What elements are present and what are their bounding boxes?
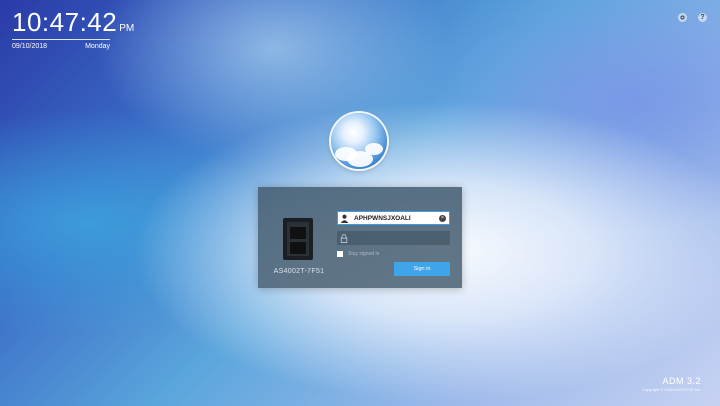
clock-weekday: Monday	[85, 43, 110, 50]
stay-signed-in-checkbox[interactable]	[337, 251, 343, 257]
sign-in-button[interactable]: Sign in	[394, 262, 450, 276]
adm-version: ADM 3.2	[662, 376, 701, 386]
help-icon[interactable]: ?	[698, 13, 707, 22]
lock-icon	[337, 233, 350, 244]
clear-input-icon[interactable]: ×	[439, 214, 446, 222]
username-field[interactable]: APHPWNSJXOALI ×	[337, 211, 450, 225]
username-value: APHPWNSJXOALI	[354, 214, 411, 222]
clock-widget: 10:47:42 PM 09/10/2018 Monday	[12, 8, 134, 50]
clock-time: 10:47:42	[12, 7, 118, 37]
password-field[interactable]	[337, 231, 450, 245]
nas-device-icon	[283, 218, 315, 260]
device-name: AS4002T-7F51	[273, 268, 325, 275]
clock-ampm: PM	[119, 23, 135, 34]
help-glyph: ?	[700, 14, 705, 21]
user-icon	[338, 213, 351, 224]
clock-date: 09/10/2018	[12, 43, 48, 50]
settings-icon[interactable]	[678, 13, 687, 22]
clock-date-row: 09/10/2018 Monday	[12, 43, 110, 50]
adm-footer: ADM 3.2 Copyright © 2018 ASUSTOR Inc.	[642, 376, 701, 392]
stay-signed-in-label: Stay signed in	[348, 251, 380, 257]
clock-divider	[12, 39, 110, 40]
stay-signed-in[interactable]: Stay signed in	[337, 251, 379, 257]
adm-logo-icon	[331, 113, 387, 169]
copyright: Copyright © 2018 ASUSTOR Inc.	[642, 387, 701, 392]
clock-time-row: 10:47:42 PM	[12, 8, 134, 36]
login-screen: { "clock": { "time": "10:47:42", "ampm":…	[0, 0, 720, 406]
